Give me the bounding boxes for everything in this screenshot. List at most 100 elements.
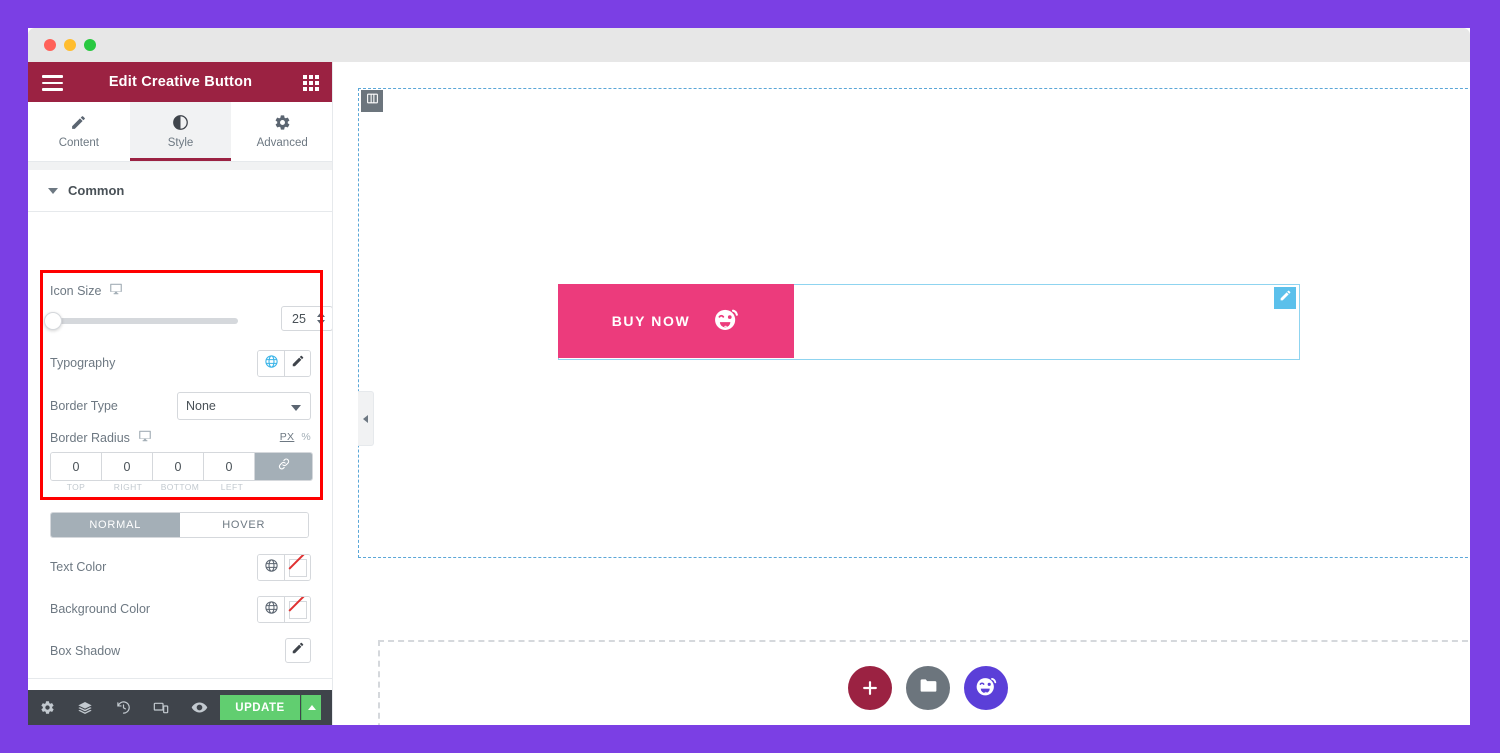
tab-advanced[interactable]: Advanced bbox=[231, 102, 332, 161]
caption-right: RIGHT bbox=[113, 482, 143, 492]
chevron-down-icon bbox=[291, 405, 301, 411]
panel-collapse-handle[interactable] bbox=[358, 391, 374, 446]
tab-content-label: Content bbox=[58, 137, 99, 149]
panel-scroll-body: Icon Size 25 Typography Border Type None… bbox=[28, 212, 332, 690]
background-color-swatch-button[interactable] bbox=[284, 597, 310, 622]
text-color-buttons bbox=[257, 554, 311, 581]
globe-icon bbox=[264, 600, 279, 620]
border-radius-top-input[interactable]: 0 bbox=[51, 453, 102, 480]
icon-size-label: Icon Size bbox=[50, 284, 102, 298]
buy-now-button-widget[interactable]: BUY NOW bbox=[558, 284, 794, 358]
add-section-button[interactable] bbox=[848, 666, 892, 710]
preview-eye-icon[interactable] bbox=[180, 699, 218, 716]
border-radius-link-button[interactable] bbox=[255, 453, 312, 480]
panel-title: Edit Creative Button bbox=[108, 74, 253, 90]
text-color-globals-button[interactable] bbox=[258, 555, 284, 580]
window-maximize-button[interactable] bbox=[84, 39, 96, 51]
pencil-icon bbox=[291, 641, 305, 660]
typography-edit-button[interactable] bbox=[284, 351, 310, 376]
number-spinner[interactable] bbox=[312, 312, 330, 325]
drop-zone-buttons bbox=[848, 666, 1008, 710]
editor-canvas: BUY NOW bbox=[333, 62, 1470, 725]
tab-style-label: Style bbox=[167, 137, 194, 149]
add-widget-button[interactable] bbox=[964, 666, 1008, 710]
link-icon bbox=[277, 457, 291, 476]
border-radius-inputs: 0 0 0 0 bbox=[50, 452, 313, 481]
panel-tabs: Content Style Advanced bbox=[28, 102, 332, 162]
tab-advanced-label: Advanced bbox=[256, 137, 308, 149]
border-type-label: Border Type bbox=[50, 399, 118, 413]
section-common-label: Common bbox=[68, 183, 125, 198]
buy-now-label: BUY NOW bbox=[611, 313, 691, 329]
layers-navigator-icon[interactable] bbox=[66, 700, 104, 716]
spinner-up-icon[interactable] bbox=[317, 312, 325, 317]
typography-label: Typography bbox=[50, 356, 116, 370]
spinner-down-icon[interactable] bbox=[317, 320, 325, 325]
window-minimize-button[interactable] bbox=[64, 39, 76, 51]
caption-bottom: BOTTOM bbox=[160, 482, 200, 492]
state-tabs: NORMAL HOVER bbox=[50, 512, 309, 538]
background-color-label: Background Color bbox=[50, 602, 151, 616]
text-color-label: Text Color bbox=[50, 560, 107, 574]
border-radius-right-input[interactable]: 0 bbox=[102, 453, 153, 480]
state-tab-normal[interactable]: NORMAL bbox=[51, 513, 180, 537]
pencil-icon bbox=[291, 354, 305, 373]
panel-layout-toggle[interactable] bbox=[361, 90, 383, 112]
desktop-icon[interactable] bbox=[138, 429, 152, 448]
state-tab-hover[interactable]: HOVER bbox=[179, 513, 308, 537]
border-radius-left-input[interactable]: 0 bbox=[204, 453, 255, 480]
panel-layout-icon bbox=[366, 92, 379, 110]
chevron-down-icon bbox=[48, 187, 58, 194]
caption-top: TOP bbox=[66, 482, 86, 492]
no-color-swatch-icon bbox=[288, 600, 307, 619]
section-header-common[interactable]: Common bbox=[28, 170, 332, 212]
icon-size-slider[interactable] bbox=[44, 312, 238, 330]
control-icon-size: Icon Size bbox=[28, 280, 332, 302]
apps-grid-icon[interactable] bbox=[303, 75, 319, 91]
globe-icon bbox=[264, 354, 279, 374]
text-color-swatch-button[interactable] bbox=[284, 555, 310, 580]
border-radius-bottom-input[interactable]: 0 bbox=[153, 453, 204, 480]
icon-size-input[interactable] bbox=[282, 311, 312, 326]
contrast-icon bbox=[172, 114, 189, 131]
caption-left: LEFT bbox=[220, 482, 244, 492]
border-radius-label: Border Radius bbox=[50, 431, 130, 445]
border-radius-captions: TOP RIGHT BOTTOM LEFT bbox=[50, 482, 258, 492]
unit-percent[interactable]: % bbox=[301, 431, 311, 443]
widget-drop-zone[interactable]: Drag widget here bbox=[378, 640, 1470, 725]
gear-icon bbox=[274, 114, 291, 131]
icon-size-number-field[interactable] bbox=[281, 306, 332, 331]
responsive-mode-icon[interactable] bbox=[142, 700, 180, 716]
background-color-buttons bbox=[257, 596, 311, 623]
pencil-icon bbox=[70, 114, 87, 131]
typography-buttons bbox=[257, 350, 311, 377]
no-color-swatch-icon bbox=[288, 558, 307, 577]
desktop-icon[interactable] bbox=[109, 282, 123, 301]
wink-face-icon bbox=[712, 305, 740, 338]
editor-panel: Edit Creative Button Content Style Advan… bbox=[28, 62, 333, 725]
box-shadow-edit-button[interactable] bbox=[285, 638, 311, 663]
update-button[interactable]: UPDATE bbox=[220, 695, 300, 720]
add-template-button[interactable] bbox=[906, 666, 950, 710]
app-window: Edit Creative Button Content Style Advan… bbox=[28, 28, 1470, 725]
wink-face-icon bbox=[974, 674, 998, 703]
widget-edit-handle[interactable] bbox=[1274, 287, 1296, 309]
window-titlebar bbox=[28, 28, 1470, 62]
slider-handle[interactable] bbox=[44, 312, 62, 330]
pencil-icon bbox=[1279, 289, 1292, 307]
panel-header: Edit Creative Button bbox=[28, 62, 332, 102]
border-type-value: None bbox=[186, 399, 216, 413]
update-options-caret[interactable] bbox=[301, 695, 321, 720]
control-divider bbox=[28, 678, 332, 679]
window-close-button[interactable] bbox=[44, 39, 56, 51]
tab-content[interactable]: Content bbox=[28, 102, 130, 161]
panel-footer: UPDATE bbox=[28, 690, 332, 725]
background-color-globals-button[interactable] bbox=[258, 597, 284, 622]
typography-globals-button[interactable] bbox=[258, 351, 284, 376]
history-icon[interactable] bbox=[104, 700, 142, 715]
border-radius-units: PX % bbox=[280, 431, 311, 443]
border-type-select[interactable]: None bbox=[177, 392, 311, 420]
settings-gear-icon[interactable] bbox=[28, 700, 66, 715]
tab-style[interactable]: Style bbox=[129, 102, 232, 161]
unit-px[interactable]: PX bbox=[280, 431, 295, 443]
